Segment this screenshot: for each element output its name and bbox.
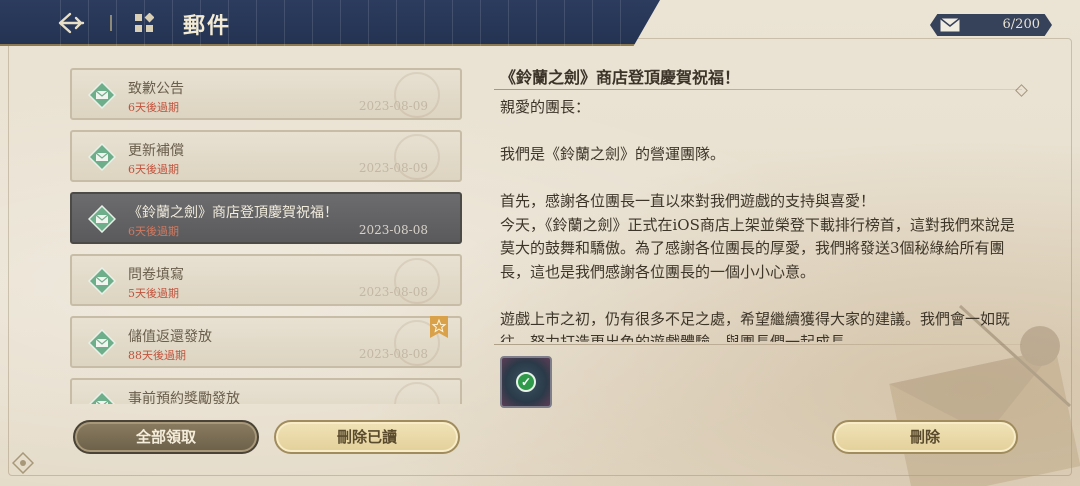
mail-date: 2023-08-09: [358, 161, 428, 175]
mail-expire: 6天後過期: [128, 101, 179, 114]
header-bar: [0, 0, 660, 46]
mail-date: 2023-08-09: [358, 99, 428, 113]
mail-paragraph: 今天，《鈴蘭之劍》正式在iOS商店上架並榮登下載排行榜首，這對我們來說是莫大的鼓…: [500, 215, 1015, 281]
mail-counter: 6/200: [930, 14, 1052, 36]
mail-item[interactable]: 問卷填寫 5天後過期 2023-08-08: [70, 254, 462, 306]
mail-envelope-icon: [88, 205, 116, 233]
mail-date: 2023-08-08: [358, 223, 428, 237]
mail-expire: 5天後過期: [128, 287, 179, 300]
mail-envelope-icon: [88, 81, 116, 109]
mail-detail-title: 《鈴蘭之劍》商店登頂慶賀祝福！: [500, 68, 741, 87]
title-divider: [494, 89, 1022, 90]
mail-expire: 6天後過期: [128, 225, 179, 238]
mail-title: 儲值返還發放: [128, 329, 212, 345]
mail-envelope-icon: [88, 143, 116, 171]
corner-ornament-icon: [12, 452, 34, 474]
back-arrow-icon-svg: [58, 12, 85, 34]
check-icon: ✓: [516, 372, 536, 392]
mail-greeting: 親愛的團長：: [500, 98, 591, 116]
reward-item-icon[interactable]: ✓: [500, 356, 552, 408]
mail-envelope-icon: [88, 267, 116, 295]
mail-count: 6/200: [1002, 17, 1040, 32]
mail-menu-icon: [135, 13, 154, 32]
back-arrow-icon[interactable]: [56, 9, 86, 37]
mail-list[interactable]: 致歉公告 6天後過期 2023-08-09 更新補償 6天後過期 2023-08…: [70, 68, 464, 404]
mail-date: 2023-08-08: [358, 347, 428, 361]
mail-item[interactable]: 致歉公告 6天後過期 2023-08-09: [70, 68, 462, 120]
claim-all-button[interactable]: 全部領取: [73, 420, 259, 454]
mail-paragraph: 遊戲上市之初，仍有很多不足之處，希望繼續獲得大家的建議。我們會一如既往，努力打造…: [500, 309, 1011, 343]
mail-title: 《鈴蘭之劍》商店登頂慶賀祝福！: [128, 205, 338, 221]
mail-title: 致歉公告: [128, 81, 184, 97]
header-divider: [110, 15, 112, 31]
watermark-seal: [394, 382, 440, 404]
mail-title: 事前預約獎勵發放: [128, 391, 240, 404]
mail-item[interactable]: 儲值返還發放 88天後過期 2023-08-08: [70, 316, 462, 368]
page-title: 郵件: [183, 13, 232, 39]
mail-detail-body[interactable]: 親愛的團長： 我們是《鈴蘭之劍》的營運團隊。 首先，感謝各位團長一直以來對我們遊…: [500, 96, 1024, 342]
delete-read-button[interactable]: 刪除已讀: [274, 420, 460, 454]
mail-paragraph: 我們是《鈴蘭之劍》的營運團隊。: [500, 145, 726, 163]
delete-button[interactable]: 刪除: [832, 420, 1018, 454]
envelope-icon: [940, 18, 960, 32]
mail-envelope-icon: [88, 329, 116, 357]
attachment-divider: [494, 344, 1022, 345]
star-badge-icon: [430, 316, 448, 338]
mail-item[interactable]: 事前預約獎勵發放: [70, 378, 462, 404]
mail-item[interactable]: 更新補償 6天後過期 2023-08-09: [70, 130, 462, 182]
mail-title: 更新補償: [128, 143, 184, 159]
mail-paragraph: 首先，感謝各位團長一直以來對我們遊戲的支持與喜愛！: [500, 192, 876, 210]
mail-date: 2023-08-08: [358, 285, 428, 299]
mail-title: 問卷填寫: [128, 267, 184, 283]
mail-expire: 88天後過期: [128, 349, 186, 362]
mail-expire: 6天後過期: [128, 163, 179, 176]
mail-item-selected[interactable]: 《鈴蘭之劍》商店登頂慶賀祝福！ 6天後過期 2023-08-08: [70, 192, 462, 244]
mail-envelope-icon: [88, 391, 116, 404]
